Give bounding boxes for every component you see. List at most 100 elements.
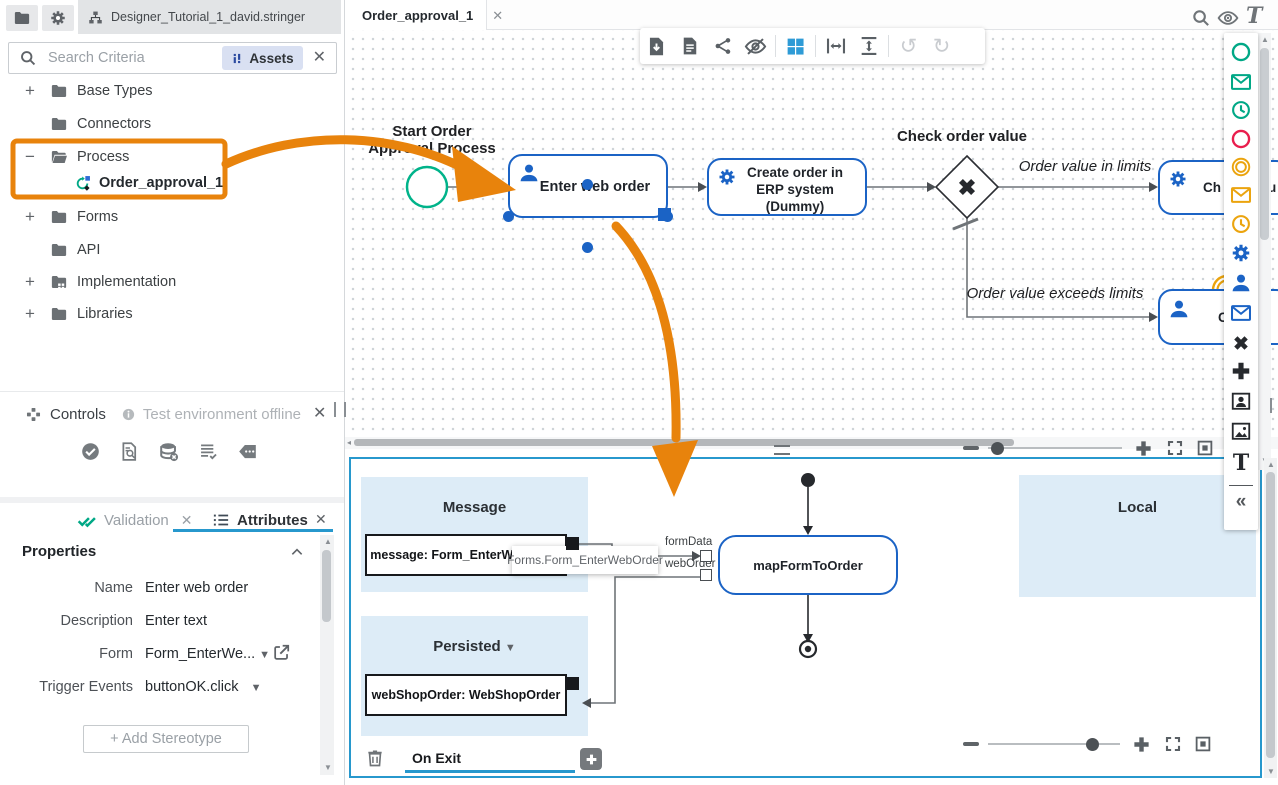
tab-attributes[interactable]: Attributes xyxy=(212,509,308,531)
add-stereotype-button[interactable]: + Add Stereotype xyxy=(83,725,249,753)
user-task-icon[interactable] xyxy=(1230,272,1252,294)
expand-icon[interactable]: + xyxy=(22,304,38,324)
global-search-icon[interactable] xyxy=(1191,8,1211,28)
scroll-down-icon[interactable]: ▼ xyxy=(1267,768,1275,776)
tab-order-approval[interactable]: Order_approval_1 ✕ xyxy=(345,0,487,30)
open-form-external-link-icon[interactable] xyxy=(272,643,291,662)
end-event-icon[interactable] xyxy=(1230,128,1252,150)
distribute-horizontal-icon[interactable] xyxy=(819,35,852,57)
document-icon[interactable] xyxy=(673,36,706,56)
collapse-palette-icon[interactable]: « xyxy=(1230,491,1252,513)
message-intermediate-event-icon[interactable] xyxy=(1230,184,1252,206)
tab-validation[interactable]: Validation ✕ xyxy=(77,509,193,531)
intermediate-event-icon[interactable] xyxy=(1230,156,1252,178)
fit-to-screen-icon[interactable] xyxy=(1194,735,1212,753)
send-task-icon[interactable] xyxy=(1230,302,1252,324)
sidebar-item-implementation[interactable]: + Implementation xyxy=(0,269,340,295)
message-start-event-icon[interactable] xyxy=(1230,71,1252,93)
expand-icon[interactable]: + xyxy=(22,81,38,101)
panel-resize-handle[interactable] xyxy=(1270,398,1278,413)
scroll-down-icon[interactable]: ▼ xyxy=(324,764,332,772)
text-annotation-icon[interactable]: T xyxy=(1230,452,1252,474)
scrollbar-thumb[interactable] xyxy=(322,550,331,622)
export-document-icon[interactable] xyxy=(640,36,673,57)
region-persisted-title[interactable]: Persisted ▼ xyxy=(361,638,588,655)
name-field-value[interactable]: Enter web order xyxy=(145,580,248,596)
close-attributes-icon[interactable]: ✕ xyxy=(315,512,327,526)
redo-icon[interactable]: ↻ xyxy=(925,36,958,57)
database-offline-icon[interactable] xyxy=(158,441,180,463)
close-controls-icon[interactable]: ✕ xyxy=(313,406,326,422)
clear-search-icon[interactable]: ✕ xyxy=(313,50,326,66)
add-event-tab-button[interactable] xyxy=(580,748,602,770)
fullscreen-icon[interactable] xyxy=(1166,439,1184,457)
step-map-form-to-order[interactable]: mapFormToOrder xyxy=(718,535,898,595)
sidebar-item-forms[interactable]: + Forms xyxy=(0,204,340,230)
selection-handle[interactable] xyxy=(582,179,593,190)
workspace-tab[interactable]: Designer_Tutorial_1_david.stringer xyxy=(78,0,341,34)
scrollbar-thumb[interactable] xyxy=(1260,48,1269,240)
user-image-icon[interactable] xyxy=(1230,390,1252,412)
sidebar-item-base-types[interactable]: + Base Types xyxy=(0,78,340,104)
task-create-order[interactable]: Create order in ERP system (Dummy) xyxy=(707,158,867,216)
sidebar-item-api[interactable]: API xyxy=(0,237,340,263)
caret-down-icon[interactable]: ▼ xyxy=(251,682,262,694)
exclusive-gateway-icon[interactable] xyxy=(1230,332,1252,354)
zoom-out-icon[interactable] xyxy=(963,742,979,746)
selection-handle[interactable] xyxy=(503,211,514,222)
text-tool-icon[interactable]: T xyxy=(1246,3,1262,29)
trigger-events-field-value[interactable]: buttonOK.click ▼ xyxy=(145,679,261,695)
sidebar-item-order-approval[interactable]: Order_approval_1 xyxy=(0,170,340,196)
scroll-up-icon[interactable]: ▲ xyxy=(324,538,332,546)
selection-corner-handle[interactable] xyxy=(658,208,671,221)
zoom-in-plus-icon[interactable] xyxy=(1132,735,1151,754)
search-input[interactable] xyxy=(46,49,222,67)
webshoporder-port[interactable] xyxy=(566,677,579,690)
fullscreen-icon[interactable] xyxy=(1164,735,1182,753)
chevron-up-icon[interactable] xyxy=(289,544,305,560)
validate-check-circle-icon[interactable] xyxy=(80,441,101,462)
review-document-icon[interactable] xyxy=(119,441,140,462)
sidebar-item-connectors[interactable]: Connectors xyxy=(0,111,340,137)
scrollbar-thumb[interactable] xyxy=(1266,472,1275,758)
expand-icon[interactable]: + xyxy=(22,272,38,292)
form-field-value[interactable]: Form_EnterWe... ▼ xyxy=(145,646,270,662)
assets-scope-button[interactable]: Assets xyxy=(222,46,302,70)
distribute-vertical-icon[interactable] xyxy=(852,35,885,57)
close-validation-icon[interactable]: ✕ xyxy=(181,513,193,527)
output-port-weborder[interactable] xyxy=(700,569,712,581)
description-field-value[interactable]: Enter text xyxy=(145,613,207,629)
expand-icon[interactable]: + xyxy=(22,207,38,227)
zoom-slider-thumb[interactable] xyxy=(991,442,1004,455)
fit-to-screen-icon[interactable] xyxy=(1196,439,1214,457)
zoom-slider-thumb[interactable] xyxy=(1086,738,1099,751)
service-task-icon[interactable] xyxy=(1230,242,1252,264)
zoom-out-icon[interactable] xyxy=(963,446,979,450)
sidebar-item-libraries[interactable]: + Libraries xyxy=(0,301,340,327)
undo-icon[interactable]: ↺ xyxy=(892,36,925,57)
collapse-icon[interactable]: − xyxy=(22,147,38,167)
folder-button[interactable] xyxy=(6,5,38,31)
subprocess-panel[interactable]: Message Persisted ▼ Local message: Form_… xyxy=(349,457,1262,778)
scroll-up-icon[interactable]: ▲ xyxy=(1261,36,1269,44)
variable-webshoporder[interactable]: webShopOrder: WebShopOrder xyxy=(365,674,567,716)
zoom-in-plus-icon[interactable] xyxy=(1134,439,1153,458)
close-tab-icon[interactable]: ✕ xyxy=(492,9,503,22)
image-icon[interactable] xyxy=(1230,420,1252,442)
start-event-icon[interactable] xyxy=(1230,41,1252,63)
hide-eye-off-icon[interactable] xyxy=(739,35,772,58)
selection-handle[interactable] xyxy=(582,242,593,253)
input-port-formdata[interactable] xyxy=(700,550,712,562)
share-icon[interactable] xyxy=(706,36,739,56)
zoom-slider[interactable] xyxy=(988,743,1120,745)
parallel-gateway-icon[interactable] xyxy=(1230,360,1252,382)
caret-down-icon[interactable]: ▼ xyxy=(259,649,270,661)
scrollbar-thumb[interactable] xyxy=(354,439,1014,446)
scroll-up-icon[interactable]: ▲ xyxy=(1267,461,1275,469)
scroll-left-icon[interactable]: ◂ xyxy=(347,438,351,447)
preview-eye-icon[interactable] xyxy=(1216,7,1240,29)
message-output-port[interactable] xyxy=(566,537,579,550)
trash-icon[interactable] xyxy=(365,747,385,769)
timer-intermediate-event-icon[interactable] xyxy=(1230,213,1252,235)
timer-start-event-icon[interactable] xyxy=(1230,99,1252,121)
